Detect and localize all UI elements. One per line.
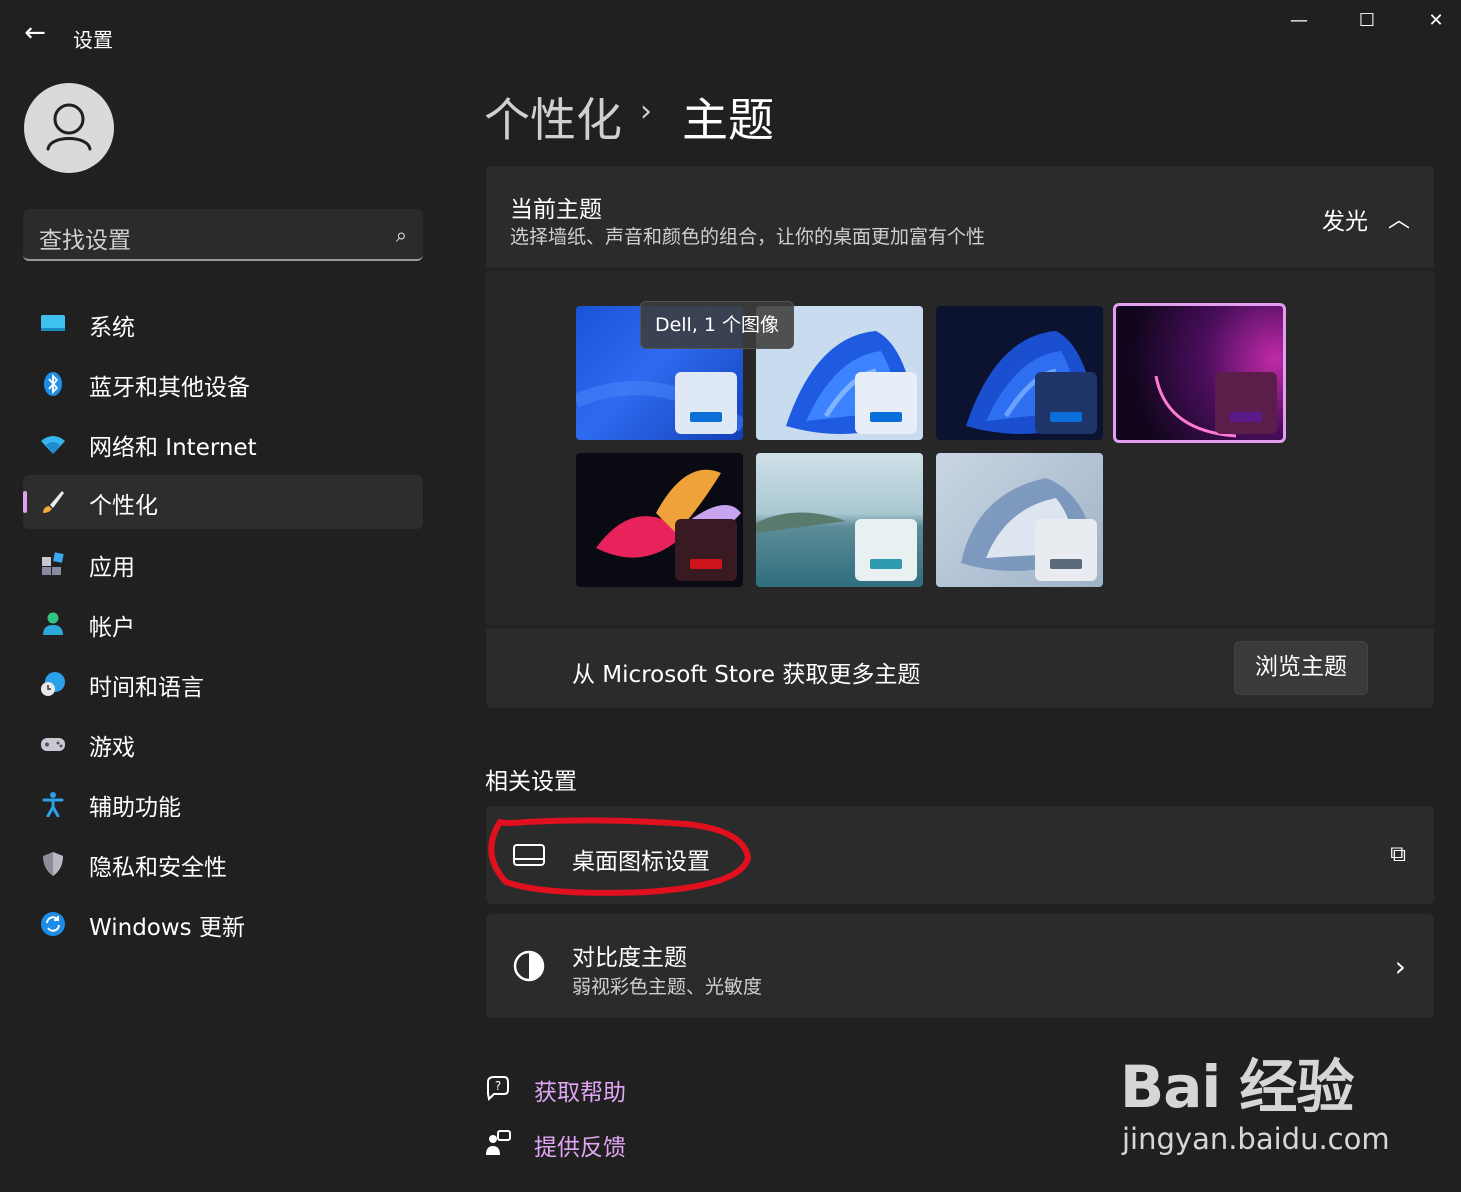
wifi-icon bbox=[41, 436, 65, 454]
theme-tooltip: Dell, 1 个图像 bbox=[640, 301, 794, 349]
bluetooth-icon bbox=[44, 372, 62, 396]
sidebar-item-label: 时间和语言 bbox=[89, 675, 204, 701]
browse-themes-button[interactable]: 浏览主题 bbox=[1234, 641, 1368, 695]
taskbar-swatch bbox=[1050, 412, 1082, 422]
sidebar-item-label: 帐户 bbox=[89, 615, 135, 641]
get-more-themes-row: 从 Microsoft Store 获取更多主题 浏览主题 bbox=[486, 628, 1434, 708]
help-icon: ? bbox=[487, 1076, 509, 1102]
close-button[interactable]: ✕ bbox=[1416, 6, 1456, 36]
minimize-button[interactable]: — bbox=[1279, 6, 1319, 36]
taskbar-swatch bbox=[870, 412, 902, 422]
current-theme-expander[interactable]: 当前主题 选择墙纸、声音和颜色的组合，让你的桌面更加富有个性 发光 ︿ bbox=[486, 166, 1434, 268]
theme-thumb-sunrise[interactable] bbox=[756, 453, 923, 587]
theme-thumb-captured-motion[interactable] bbox=[576, 453, 743, 587]
baidu-watermark-url: jingyan.baidu.com bbox=[1122, 1122, 1390, 1156]
taskbar-swatch bbox=[1050, 559, 1082, 569]
contrast-icon bbox=[513, 950, 545, 982]
sidebar-item-system[interactable]: 系统 bbox=[23, 297, 423, 351]
theme-preview-badge bbox=[1215, 372, 1277, 434]
sidebar-item-gaming[interactable]: 游戏 bbox=[23, 717, 423, 771]
sidebar-item-label: 蓝牙和其他设备 bbox=[89, 375, 250, 401]
avatar[interactable] bbox=[24, 83, 114, 173]
chevron-up-icon[interactable]: ︿ bbox=[1388, 202, 1410, 234]
contrast-themes-row[interactable]: 对比度主题 弱视彩色主题、光敏度 › bbox=[486, 914, 1434, 1018]
sidebar-item-network[interactable]: 网络和 Internet bbox=[23, 417, 423, 471]
sidebar-item-label: 隐私和安全性 bbox=[89, 855, 227, 881]
shield-icon bbox=[43, 852, 63, 876]
current-theme-description: 选择墙纸、声音和颜色的组合，让你的桌面更加富有个性 bbox=[510, 226, 986, 248]
feedback-icon bbox=[486, 1130, 511, 1155]
paintbrush-icon bbox=[43, 491, 64, 513]
taskbar-swatch bbox=[870, 559, 902, 569]
sidebar-item-time-language[interactable]: 时间和语言 bbox=[23, 657, 423, 711]
contrast-themes-label: 对比度主题 bbox=[572, 945, 687, 971]
sidebar-item-label: 系统 bbox=[89, 315, 135, 341]
chevron-right-icon: › bbox=[1394, 950, 1406, 983]
give-feedback-link[interactable]: 提供反馈 bbox=[534, 1128, 626, 1162]
sidebar-item-windows-update[interactable]: Windows 更新 bbox=[23, 897, 423, 951]
sidebar-item-accounts[interactable]: 帐户 bbox=[23, 597, 423, 651]
store-themes-text: 从 Microsoft Store 获取更多主题 bbox=[572, 662, 921, 688]
person-icon bbox=[43, 612, 63, 635]
sidebar-item-label: Windows 更新 bbox=[89, 915, 245, 941]
related-settings-heading: 相关设置 bbox=[485, 769, 577, 795]
sidebar-item-privacy[interactable]: 隐私和安全性 bbox=[23, 837, 423, 891]
baidu-watermark-logo: Bai 经验 bbox=[1120, 1053, 1354, 1121]
search-icon[interactable]: ⌕ bbox=[396, 223, 407, 247]
search-box[interactable]: 查找设置 ⌕ bbox=[23, 209, 423, 261]
apps-icon bbox=[42, 552, 64, 575]
sidebar-item-apps[interactable]: 应用 bbox=[23, 537, 423, 591]
sidebar-item-label: 网络和 Internet bbox=[89, 435, 257, 461]
sidebar-item-label: 应用 bbox=[89, 555, 135, 581]
taskbar-swatch bbox=[690, 412, 722, 422]
sidebar-item-label: 个性化 bbox=[89, 493, 158, 519]
gamepad-icon bbox=[41, 738, 65, 751]
current-theme-title: 当前主题 bbox=[510, 197, 602, 223]
sidebar-item-label: 辅助功能 bbox=[89, 795, 181, 821]
sidebar-item-personalization[interactable]: 个性化 bbox=[23, 475, 423, 529]
active-indicator bbox=[23, 491, 27, 513]
external-link-icon: ⧉ bbox=[1390, 842, 1406, 867]
taskbar-swatch bbox=[690, 559, 722, 569]
theme-thumb-windows-dark[interactable] bbox=[936, 306, 1103, 440]
taskbar-swatch bbox=[1230, 412, 1262, 422]
theme-preview-badge bbox=[1035, 519, 1097, 581]
globe-clock-icon bbox=[41, 672, 65, 696]
monitor-icon bbox=[41, 315, 65, 331]
breadcrumb-separator-icon: › bbox=[640, 94, 652, 129]
accessibility-icon bbox=[42, 792, 64, 817]
theme-gallery bbox=[486, 271, 1434, 625]
user-icon bbox=[46, 103, 92, 151]
breadcrumb-parent[interactable]: 个性化 bbox=[484, 84, 622, 150]
sidebar-item-bluetooth[interactable]: 蓝牙和其他设备 bbox=[23, 357, 423, 411]
sidebar-item-label: 游戏 bbox=[89, 735, 135, 761]
app-title: 设置 bbox=[73, 28, 113, 52]
theme-preview-badge bbox=[1035, 372, 1097, 434]
get-help-link[interactable]: 获取帮助 bbox=[534, 1073, 626, 1107]
refresh-icon bbox=[41, 912, 65, 936]
annotation-circle bbox=[488, 817, 752, 896]
theme-preview-badge bbox=[675, 519, 737, 581]
contrast-themes-description: 弱视彩色主题、光敏度 bbox=[572, 976, 763, 998]
theme-preview-badge bbox=[675, 372, 737, 434]
theme-preview-badge bbox=[855, 372, 917, 434]
current-theme-value: 发光 bbox=[1322, 209, 1368, 235]
search-input[interactable]: 查找设置 bbox=[39, 221, 131, 255]
page-title: 主题 bbox=[682, 93, 774, 147]
theme-thumb-glow-selected[interactable] bbox=[1113, 303, 1286, 443]
svg-text:?: ? bbox=[495, 1079, 501, 1093]
theme-preview-badge bbox=[855, 519, 917, 581]
back-button[interactable]: ← bbox=[20, 18, 50, 48]
maximize-button[interactable]: ☐ bbox=[1347, 6, 1387, 36]
theme-thumb-flow[interactable] bbox=[936, 453, 1103, 587]
sidebar-item-accessibility[interactable]: 辅助功能 bbox=[23, 777, 423, 831]
